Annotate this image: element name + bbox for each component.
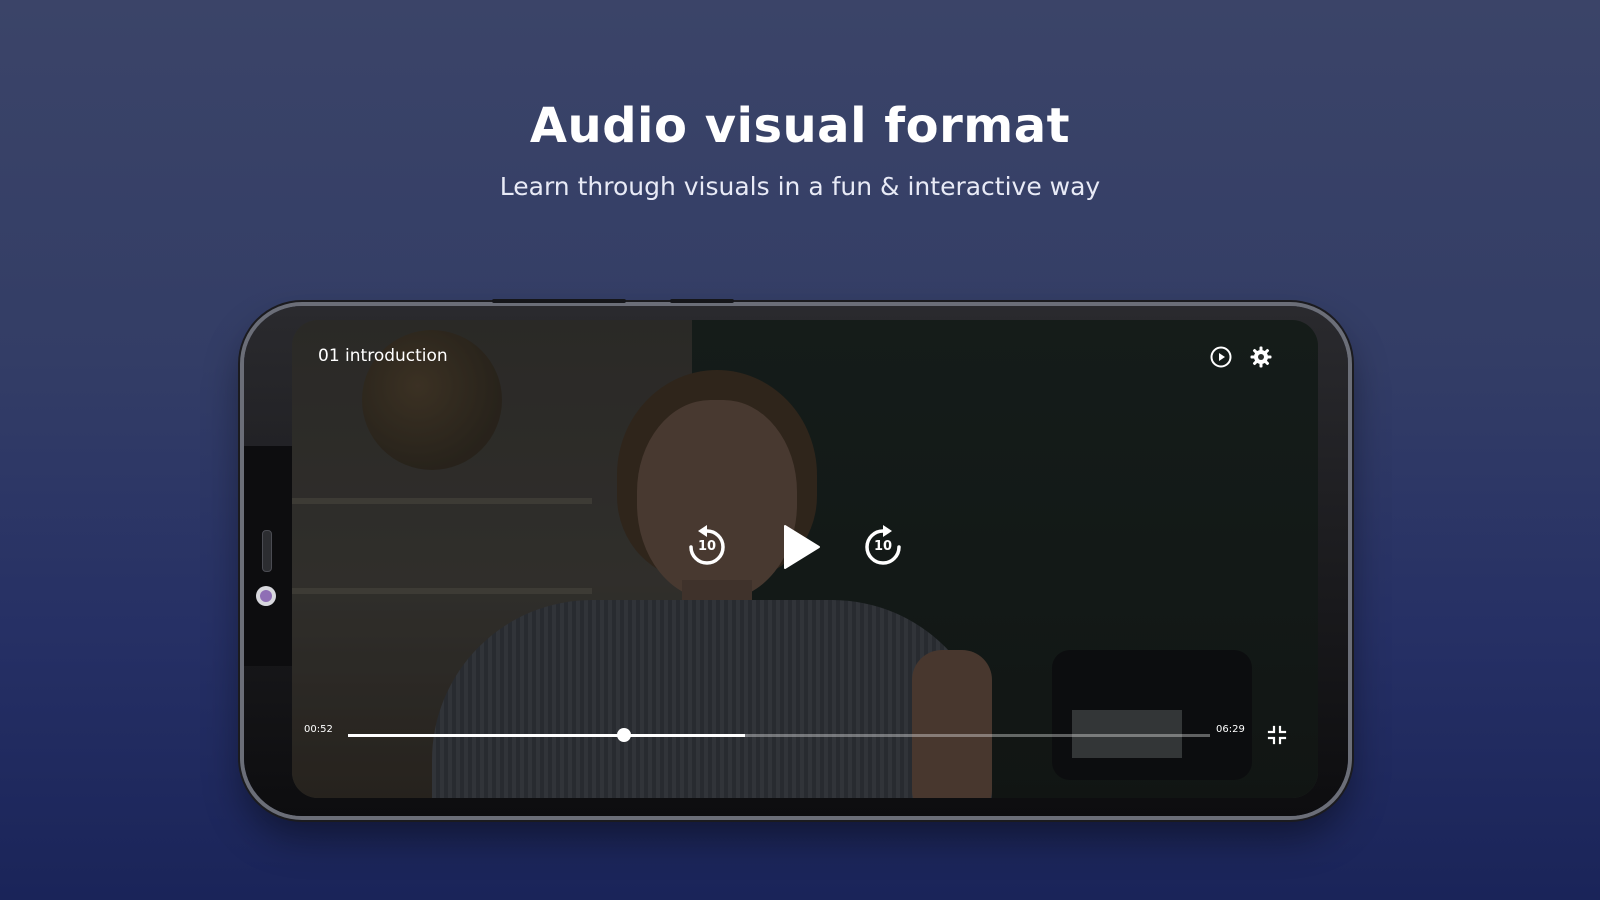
gear-icon[interactable] <box>1248 344 1274 370</box>
video-title: 01 introduction <box>318 346 448 366</box>
forward-10-button[interactable]: 10 <box>858 522 908 572</box>
play-icon <box>784 525 820 569</box>
forward-seconds-label: 10 <box>873 539 893 554</box>
page-subtitle: Learn through visuals in a fun & interac… <box>499 172 1101 201</box>
play-button[interactable] <box>778 524 824 570</box>
rewind-seconds-label: 10 <box>697 539 717 554</box>
total-time: 06:29 <box>1216 724 1245 735</box>
seek-handle[interactable] <box>616 728 631 742</box>
play-circle-icon[interactable] <box>1208 344 1234 370</box>
video-player[interactable]: 01 introduction 10 10 00:52 06:29 <box>292 320 1318 798</box>
exit-fullscreen-icon[interactable] <box>1266 724 1288 746</box>
earpiece-speaker <box>262 530 272 572</box>
phone-volume-button <box>492 299 626 303</box>
phone-frame: 01 introduction 10 10 00:52 06:29 <box>244 299 1348 816</box>
seek-progress <box>348 734 745 737</box>
seek-bar[interactable] <box>348 728 1210 742</box>
page-title: Audio visual format <box>529 98 1071 154</box>
current-time: 00:52 <box>304 724 333 735</box>
playback-controls: 10 10 <box>682 512 922 582</box>
front-camera <box>256 586 276 606</box>
phone-power-button <box>670 299 734 303</box>
rewind-10-button[interactable]: 10 <box>682 522 732 572</box>
